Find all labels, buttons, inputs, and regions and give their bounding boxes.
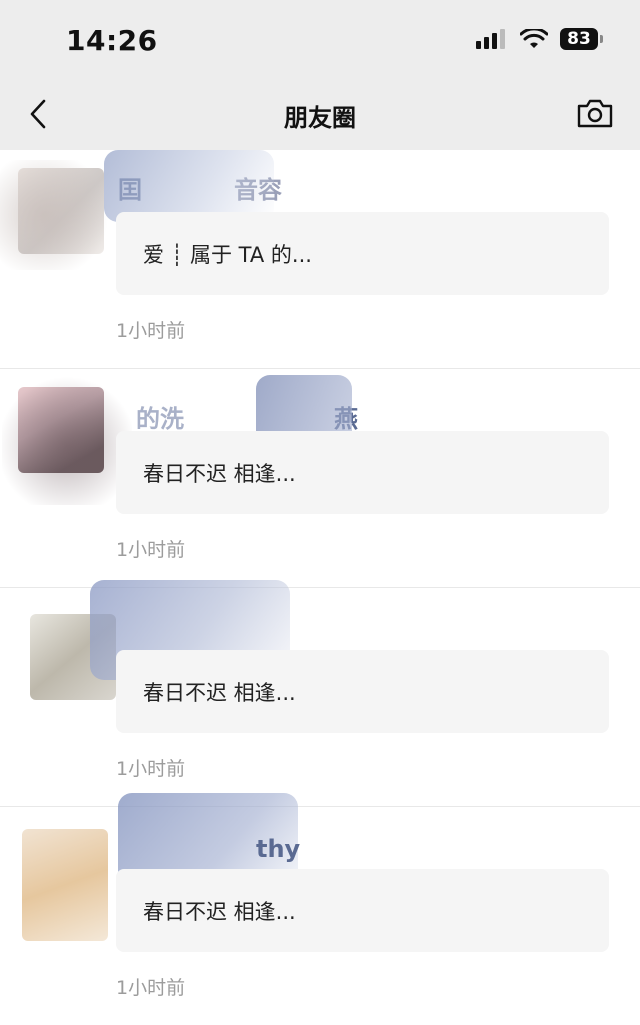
card-preview: 爱 ┊ 属于 TA 的... — [143, 243, 312, 267]
post-time: 1小时前 — [116, 758, 186, 780]
card-preview: 春日不迟 相逢... — [143, 681, 296, 705]
card-preview: 春日不迟 相逢... — [143, 900, 296, 924]
page-title: 朋友圈 — [284, 104, 356, 132]
camera-icon — [577, 99, 613, 128]
battery-icon: 83 — [560, 28, 603, 50]
card-preview: 春日不迟 相逢... — [143, 462, 296, 486]
author-name[interactable]: thy — [256, 835, 300, 863]
shared-card[interactable]: 春日不迟 相逢... — [116, 650, 609, 733]
battery-level: 83 — [567, 29, 591, 49]
list-item[interactable]: 春日不迟 相逢... 1小时前 — [0, 580, 640, 807]
post-time: 1小时前 — [116, 320, 186, 342]
author-name-prefix: 的洗 — [136, 405, 184, 433]
status-icons: 83 — [476, 28, 603, 50]
post-time: 1小时前 — [116, 539, 186, 561]
moments-list: 囯音容 爱 ┊ 属于 TA 的... 1小时前 的洗燕 春日不迟 相逢... 1… — [0, 150, 640, 1025]
shared-card[interactable]: 春日不迟 相逢... — [116, 431, 609, 514]
blur-mask — [2, 375, 132, 505]
blur-mask — [0, 160, 110, 270]
nav-bar: 朋友圈 — [0, 84, 640, 150]
shared-card[interactable]: 春日不迟 相逢... — [116, 869, 609, 952]
wifi-icon — [520, 29, 548, 48]
list-item[interactable]: 的洗燕 春日不迟 相逢... 1小时前 — [0, 369, 640, 588]
camera-button[interactable] — [576, 96, 614, 130]
post-time: 1小时前 — [116, 977, 186, 999]
status-time: 14:26 — [66, 24, 158, 57]
status-bar: 14:26 83 — [0, 0, 640, 84]
avatar[interactable] — [22, 829, 108, 941]
shared-card[interactable]: 爱 ┊ 属于 TA 的... — [116, 212, 609, 295]
list-item[interactable]: 囯音容 爱 ┊ 属于 TA 的... 1小时前 — [0, 150, 640, 369]
author-name-suffix: thy — [256, 835, 301, 863]
signal-icon — [476, 29, 505, 49]
list-item[interactable]: thy 春日不迟 相逢... 1小时前 — [0, 793, 640, 1025]
